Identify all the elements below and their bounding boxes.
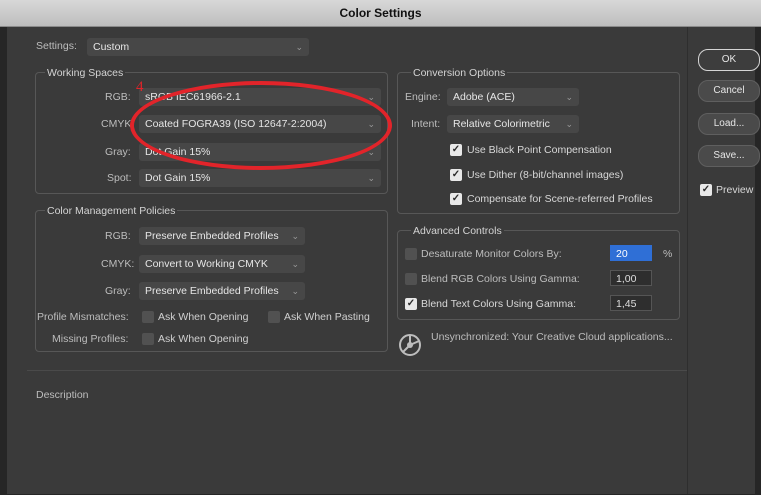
scene-referred-checkbox[interactable]: ✓ bbox=[450, 193, 462, 205]
advanced-title: Advanced Controls bbox=[411, 225, 504, 237]
column-divider bbox=[687, 27, 688, 494]
black-point-checkbox[interactable]: ✓ bbox=[450, 144, 462, 156]
window-title: Color Settings bbox=[339, 6, 422, 20]
ws-spot-label: Spot: bbox=[107, 172, 132, 184]
missing-ask-opening-checkbox[interactable] bbox=[142, 333, 154, 345]
intent-value: Relative Colorimetric bbox=[453, 118, 550, 130]
chevron-down-icon: ⌄ bbox=[367, 173, 375, 183]
desaturate-label: Desaturate Monitor Colors By: bbox=[421, 248, 562, 260]
policy-rgb-select[interactable]: Preserve Embedded Profiles ⌄ bbox=[139, 227, 305, 245]
chevron-down-icon: ⌄ bbox=[291, 231, 299, 241]
dither-label: Use Dither (8-bit/channel images) bbox=[467, 169, 624, 181]
mismatch-ask-pasting-checkbox[interactable] bbox=[268, 311, 280, 323]
chevron-down-icon: ⌄ bbox=[565, 119, 573, 129]
desaturate-unit: % bbox=[663, 248, 673, 260]
engine-label: Engine: bbox=[405, 91, 441, 103]
title-bar: Color Settings bbox=[0, 0, 761, 27]
ok-button[interactable]: OK bbox=[698, 49, 760, 71]
desaturate-checkbox[interactable] bbox=[405, 248, 417, 260]
policy-cmyk-value: Convert to Working CMYK bbox=[145, 258, 268, 270]
chevron-down-icon: ⌄ bbox=[295, 42, 303, 52]
mismatch-ask-opening-label: Ask When Opening bbox=[158, 311, 249, 323]
blend-text-input[interactable]: 1,45 bbox=[610, 295, 652, 311]
policy-gray-value: Preserve Embedded Profiles bbox=[145, 285, 279, 297]
blend-rgb-label: Blend RGB Colors Using Gamma: bbox=[421, 273, 580, 285]
chevron-down-icon: ⌄ bbox=[565, 92, 573, 102]
policy-gray-label: Gray: bbox=[105, 285, 131, 297]
missing-ask-opening-label: Ask When Opening bbox=[158, 333, 249, 345]
chevron-down-icon: ⌄ bbox=[291, 286, 299, 296]
preview-label: Preview bbox=[716, 184, 754, 196]
settings-select[interactable]: Custom ⌄ bbox=[87, 38, 309, 56]
mismatch-ask-opening-checkbox[interactable] bbox=[142, 311, 154, 323]
ws-rgb-label: RGB: bbox=[105, 91, 131, 103]
intent-select[interactable]: Relative Colorimetric ⌄ bbox=[447, 115, 579, 133]
annotation-number: 4 bbox=[136, 79, 144, 95]
mismatch-ask-pasting-label: Ask When Pasting bbox=[284, 311, 370, 323]
chevron-down-icon: ⌄ bbox=[291, 259, 299, 269]
dither-checkbox[interactable]: ✓ bbox=[450, 169, 462, 181]
policy-rgb-label: RGB: bbox=[105, 230, 131, 242]
black-point-label: Use Black Point Compensation bbox=[467, 144, 612, 156]
blend-text-checkbox[interactable]: ✓ bbox=[405, 298, 417, 310]
policy-gray-select[interactable]: Preserve Embedded Profiles ⌄ bbox=[139, 282, 305, 300]
ws-gray-label: Gray: bbox=[105, 146, 131, 158]
cancel-button[interactable]: Cancel bbox=[698, 80, 760, 102]
conversion-title: Conversion Options bbox=[411, 67, 508, 79]
sync-status-text: Unsynchronized: Your Creative Cloud appl… bbox=[431, 331, 673, 343]
missing-profiles-label: Missing Profiles: bbox=[52, 333, 129, 345]
color-wheel-icon bbox=[398, 333, 422, 360]
ws-spot-select[interactable]: Dot Gain 15% ⌄ bbox=[139, 169, 381, 187]
save-button[interactable]: Save... bbox=[698, 145, 760, 167]
description-area bbox=[27, 370, 687, 495]
blend-text-label: Blend Text Colors Using Gamma: bbox=[421, 298, 577, 310]
description-title: Description bbox=[36, 389, 89, 401]
policy-rgb-value: Preserve Embedded Profiles bbox=[145, 230, 279, 242]
settings-label: Settings: bbox=[36, 40, 77, 52]
intent-label: Intent: bbox=[411, 118, 441, 130]
load-button[interactable]: Load... bbox=[698, 113, 760, 135]
policies-title: Color Management Policies bbox=[45, 205, 178, 217]
preview-checkbox[interactable]: ✓ bbox=[700, 184, 712, 196]
engine-value: Adobe (ACE) bbox=[453, 91, 515, 103]
blend-rgb-checkbox[interactable] bbox=[405, 273, 417, 285]
working-spaces-title: Working Spaces bbox=[45, 67, 126, 79]
red-annotation-ellipse bbox=[130, 81, 392, 170]
policy-cmyk-label: CMYK: bbox=[101, 258, 135, 270]
desaturate-input[interactable]: 20 bbox=[610, 245, 652, 261]
blend-rgb-input[interactable]: 1,00 bbox=[610, 270, 652, 286]
scene-referred-label: Compensate for Scene-referred Profiles bbox=[467, 193, 653, 205]
policy-cmyk-select[interactable]: Convert to Working CMYK ⌄ bbox=[139, 255, 305, 273]
settings-value: Custom bbox=[93, 41, 130, 53]
color-settings-dialog: Settings: Custom ⌄ Working Spaces RGB: s… bbox=[7, 27, 760, 495]
engine-select[interactable]: Adobe (ACE) ⌄ bbox=[447, 88, 579, 106]
profile-mismatches-label: Profile Mismatches: bbox=[37, 311, 129, 323]
ws-spot-value: Dot Gain 15% bbox=[145, 172, 211, 184]
